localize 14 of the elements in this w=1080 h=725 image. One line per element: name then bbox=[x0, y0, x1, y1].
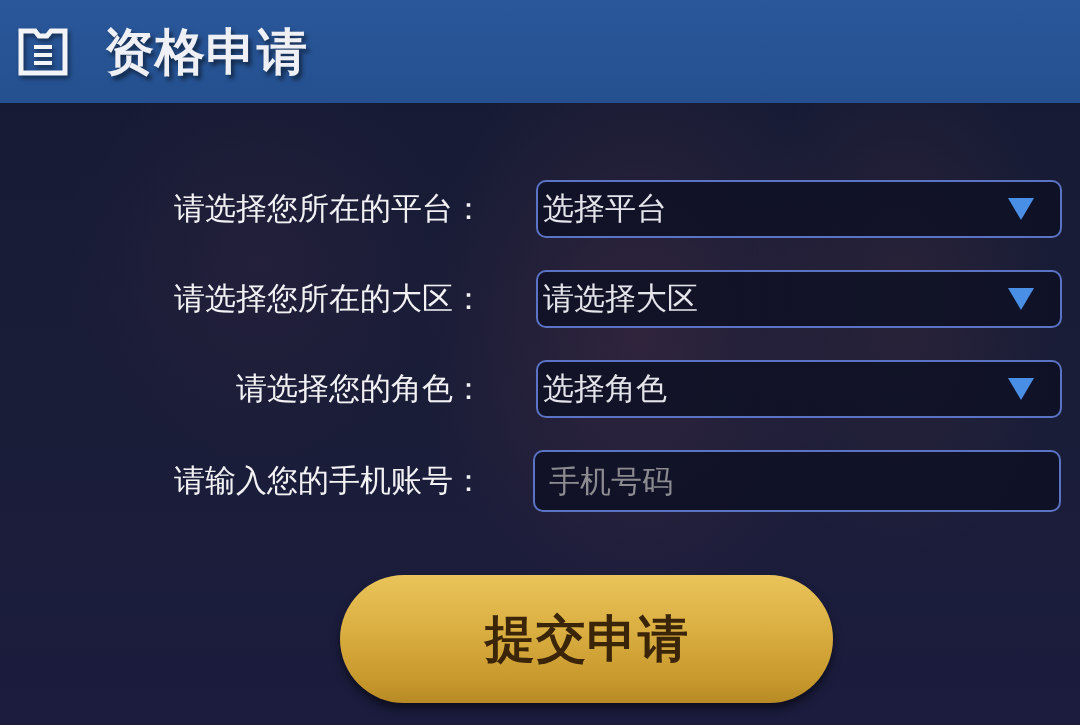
caret-icon bbox=[1008, 198, 1034, 220]
document-icon bbox=[18, 27, 68, 76]
caret-icon bbox=[1008, 378, 1034, 400]
dropdown[interactable]: 选择平台 bbox=[536, 180, 1062, 238]
dropdown[interactable]: 请选择大区 bbox=[536, 270, 1062, 328]
field-label: 请选择您所在的平台： bbox=[173, 189, 484, 228]
field-label: 请输入您的手机账号： bbox=[173, 461, 484, 500]
dropdown[interactable]: 选择角色 bbox=[536, 360, 1062, 418]
page-title: 资格申请 bbox=[104, 21, 308, 82]
field-label: 请选择您的角色： bbox=[235, 369, 484, 408]
field-label: 请选择您所在的大区： bbox=[173, 279, 484, 318]
phone-input[interactable]: 手机号码 bbox=[533, 450, 1061, 512]
caret-icon bbox=[1008, 288, 1034, 310]
submit-button[interactable]: 提交申请 bbox=[340, 575, 833, 703]
